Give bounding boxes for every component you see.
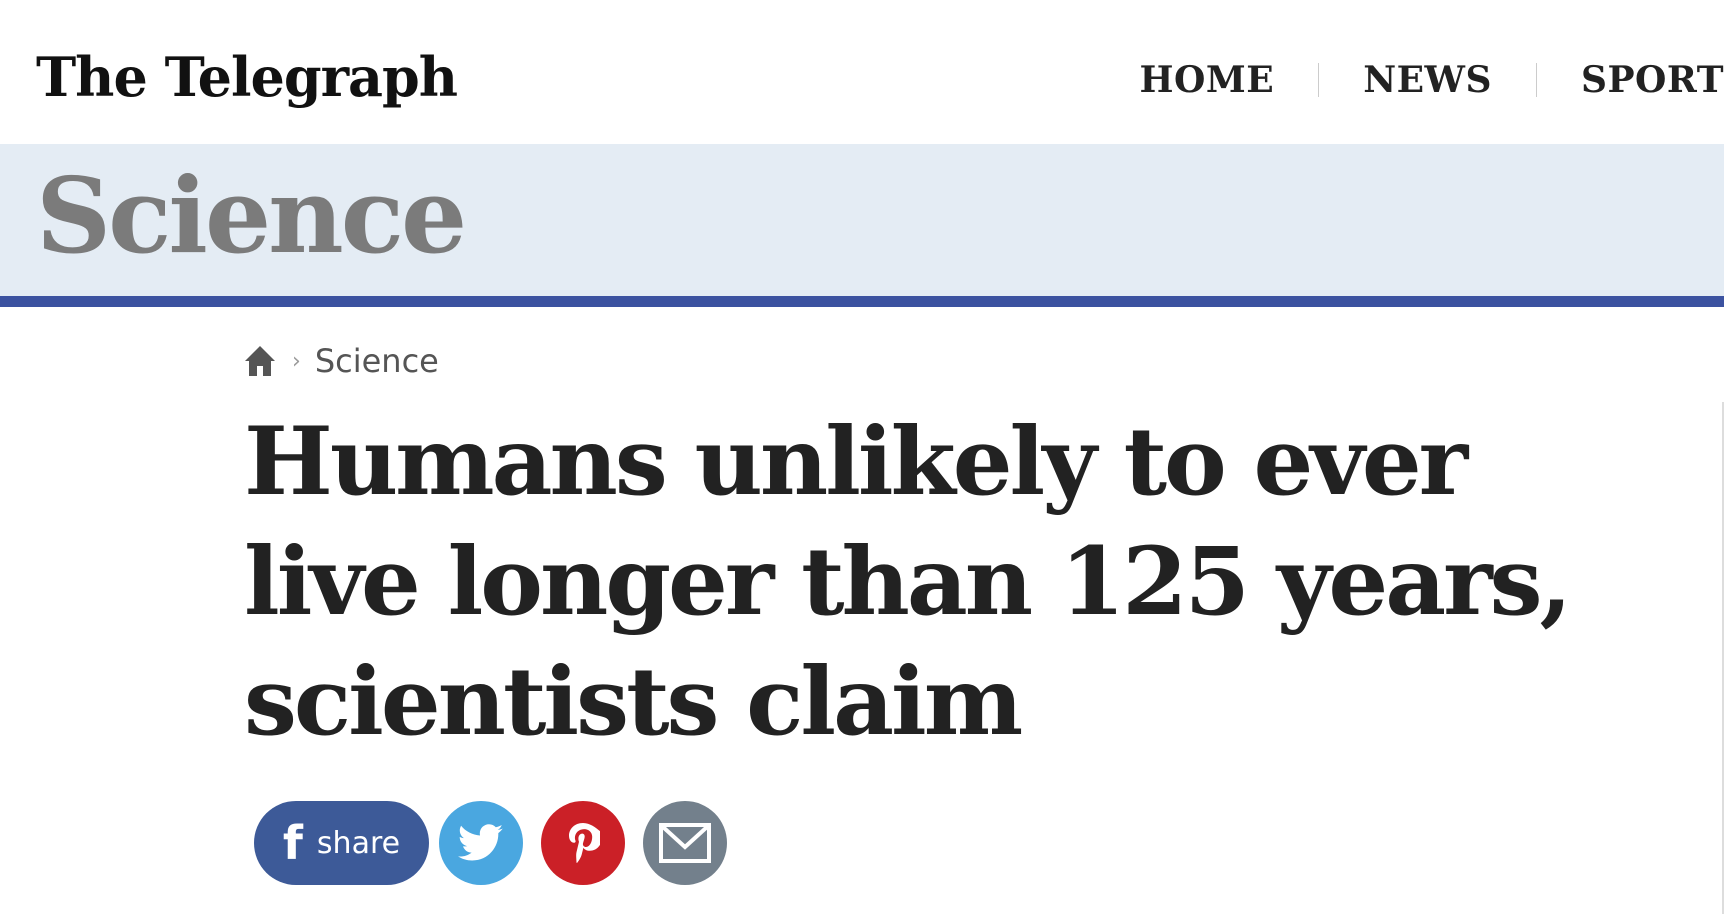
- breadcrumb: › Science: [244, 342, 439, 380]
- nav-divider: [1535, 63, 1537, 97]
- facebook-icon: f: [282, 816, 303, 870]
- envelope-icon: [659, 823, 711, 863]
- section-banner: Science: [0, 144, 1724, 307]
- facebook-share-button[interactable]: f share: [254, 801, 429, 885]
- breadcrumb-science-link[interactable]: Science: [315, 342, 439, 380]
- home-icon-glyph: [245, 346, 275, 376]
- masthead: The Telegraph HOME NEWS SPORT: [0, 0, 1724, 144]
- nav-sport[interactable]: SPORT: [1581, 62, 1724, 98]
- pinterest-icon: [569, 823, 600, 863]
- site-logo[interactable]: The Telegraph: [36, 50, 458, 104]
- section-title[interactable]: Science: [36, 154, 467, 279]
- nav-news[interactable]: NEWS: [1363, 62, 1492, 98]
- twitter-icon: [458, 824, 503, 861]
- share-bar: f share: [254, 801, 745, 885]
- email-share-button[interactable]: [643, 801, 727, 885]
- article-headline: Humans unlikely to ever live longer than…: [244, 407, 1572, 757]
- nav-divider: [1318, 63, 1320, 97]
- home-icon[interactable]: [244, 344, 276, 378]
- nav-home[interactable]: HOME: [1140, 62, 1275, 98]
- top-nav: HOME NEWS SPORT: [1140, 62, 1724, 98]
- facebook-share-label: share: [316, 825, 401, 861]
- twitter-share-button[interactable]: [439, 801, 523, 885]
- breadcrumb-separator: ›: [292, 348, 301, 374]
- pinterest-share-button[interactable]: [541, 801, 625, 885]
